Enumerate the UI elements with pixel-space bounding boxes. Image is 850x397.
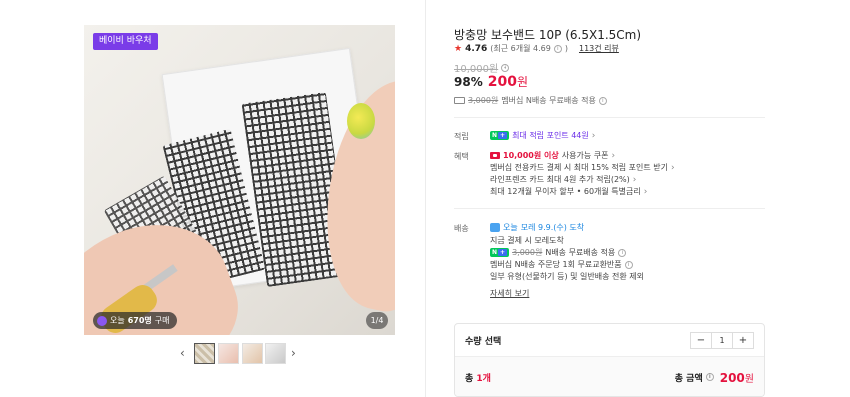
sale-price-row: 98% 200원 xyxy=(454,73,528,90)
info-icon[interactable]: i xyxy=(598,96,607,105)
points-text: 최대 적립 포인트 44원 xyxy=(512,131,589,140)
product-main-image[interactable] xyxy=(84,25,395,335)
image-page-indicator: 1/4 xyxy=(366,312,388,329)
painted-nail xyxy=(347,103,375,139)
thumbnail[interactable] xyxy=(242,343,263,364)
rating-detail: (최근 6개월 4.69 xyxy=(490,44,551,53)
total-price: 200원 xyxy=(720,370,754,385)
total-count-prefix: 총 xyxy=(465,373,474,384)
total-row: 총 1개 총 금액 i 200원 xyxy=(455,357,764,396)
section-divider xyxy=(454,208,765,209)
arrival-date: 모레 9.9.(수) 도착 xyxy=(520,223,585,232)
chevron-left-icon[interactable]: ‹ xyxy=(180,346,185,360)
product-title: 방충망 보수밴드 10P (6.5X1.5Cm) xyxy=(454,28,642,42)
delivery-detail-link[interactable]: 자세히 보기 xyxy=(490,288,529,299)
total-price-value: 200 xyxy=(719,370,745,385)
truck-icon xyxy=(454,97,465,104)
section-divider xyxy=(454,117,765,118)
sale-price-value: 200 xyxy=(487,74,517,90)
total-count-value: 1개 xyxy=(476,373,491,384)
chevron-right-icon: › xyxy=(591,130,596,141)
delivery-label: 배송 xyxy=(454,224,469,233)
quantity-value[interactable]: 1 xyxy=(711,332,733,348)
perk-line-card[interactable]: 라인프렌즈 카드 최대 4원 추가 적립(2%) › xyxy=(490,174,636,185)
chevron-right-icon: › xyxy=(670,162,675,173)
delivery-exclusion-line: 일부 유형(선물하기 등) 및 일반배송 전환 제외 xyxy=(490,272,644,281)
thumbnail[interactable] xyxy=(194,343,215,364)
sale-price: 200원 xyxy=(488,73,528,90)
perk-coupon[interactable]: 10,000원 이상 사용가능 쿠폰 › xyxy=(490,150,615,161)
points-row[interactable]: N + 최대 적립 포인트 44원 › xyxy=(490,130,595,141)
shipping-info: 3,000원 멤버십 N배송 무료배송 적용 i xyxy=(454,95,607,106)
info-icon[interactable]: i xyxy=(553,44,562,53)
column-divider xyxy=(425,0,426,397)
perk-text: 라인프렌즈 카드 최대 4원 추가 적립(2%) xyxy=(490,175,630,184)
delivery-chip-text: 오늘 xyxy=(503,223,518,232)
total-currency: 원 xyxy=(744,373,754,385)
coupon-text: 사용가능 쿠폰 xyxy=(561,151,609,160)
perks-label: 혜택 xyxy=(454,152,469,161)
today-purchase-badge: 오늘 670명 구매 xyxy=(93,312,177,329)
shipping-original: 3,000원 xyxy=(468,96,499,105)
shipping-text: 멤버십 N배송 무료배송 적용 xyxy=(501,96,596,105)
coupon-icon xyxy=(490,152,500,159)
thumbnail[interactable] xyxy=(218,343,239,364)
perk-text: 최대 12개월 무이자 할부 • 60개월 특별금리 xyxy=(490,187,641,196)
chevron-right-icon[interactable]: › xyxy=(291,346,296,360)
quantity-increase-button[interactable]: + xyxy=(733,333,753,348)
chevron-right-icon: › xyxy=(643,186,648,197)
rating-row: ★ 4.76 (최근 6개월 4.69 i) 113건 리뷰 xyxy=(454,43,619,54)
quantity-label: 수량 선택 xyxy=(465,336,502,347)
total-count: 총 1개 xyxy=(465,371,675,384)
today-prefix: 오늘 xyxy=(110,316,125,325)
npay-icon: N + xyxy=(490,248,510,257)
info-icon[interactable]: i xyxy=(501,63,510,72)
delivery-icon xyxy=(490,223,500,232)
delivery-free-text: N배송 무료배송 적용 xyxy=(545,248,616,257)
delivery-arrival-row: 오늘 모레 9.9.(수) 도착 xyxy=(490,222,584,233)
chevron-right-icon: › xyxy=(632,174,637,185)
delivery-return-line: 멤버십 N배송 주문당 1회 무료교환반품 i xyxy=(490,259,633,270)
perk-membership-card[interactable]: 멤버십 전용카드 결제 시 최대 15% 적립 포인트 받기 › xyxy=(490,162,675,173)
chevron-right-icon: › xyxy=(611,150,616,161)
info-icon[interactable]: i xyxy=(618,248,627,257)
total-label-text: 총 금액 xyxy=(674,373,703,384)
quantity-decrease-button[interactable]: − xyxy=(691,333,711,348)
perk-installment[interactable]: 최대 12개월 무이자 할부 • 60개월 특별금리 › xyxy=(490,186,647,197)
info-icon[interactable]: i xyxy=(705,373,714,381)
bag-icon xyxy=(97,315,107,326)
thumbnail[interactable] xyxy=(265,343,286,364)
delivery-return-text: 멤버십 N배송 주문당 1회 무료교환반품 xyxy=(490,260,622,269)
perk-text: 멤버십 전용카드 결제 시 최대 15% 적립 포인트 받기 xyxy=(490,163,668,172)
total-label: 총 금액 i xyxy=(675,371,714,384)
delivery-strike: 3,000원 xyxy=(512,248,543,257)
coupon-highlight: 10,000원 이상 xyxy=(503,151,559,160)
delivery-free-shipping: N + 3,000원 N배송 무료배송 적용 i xyxy=(490,247,627,258)
npay-icon: N + xyxy=(490,131,510,140)
quantity-panel: 수량 선택 − 1 + 총 1개 총 금액 i 200원 xyxy=(454,323,765,397)
voucher-badge: 베이비 바우처 xyxy=(93,33,158,50)
points-label: 적립 xyxy=(454,132,469,141)
review-link[interactable]: 113건 리뷰 xyxy=(579,43,619,54)
currency: 원 xyxy=(516,75,529,89)
quantity-stepper: − 1 + xyxy=(690,331,754,349)
star-icon: ★ xyxy=(454,43,463,54)
quantity-row: 수량 선택 − 1 + xyxy=(455,324,764,357)
rating-score: 4.76 xyxy=(465,43,488,54)
rating-detail-close: ) xyxy=(564,44,568,53)
discount-rate: 98% xyxy=(454,75,483,89)
today-suffix: 구매 xyxy=(154,316,170,325)
delivery-line: 지금 결제 시 모레도착 xyxy=(490,236,564,245)
info-icon[interactable]: i xyxy=(624,260,633,269)
today-count: 670명 xyxy=(127,316,152,325)
